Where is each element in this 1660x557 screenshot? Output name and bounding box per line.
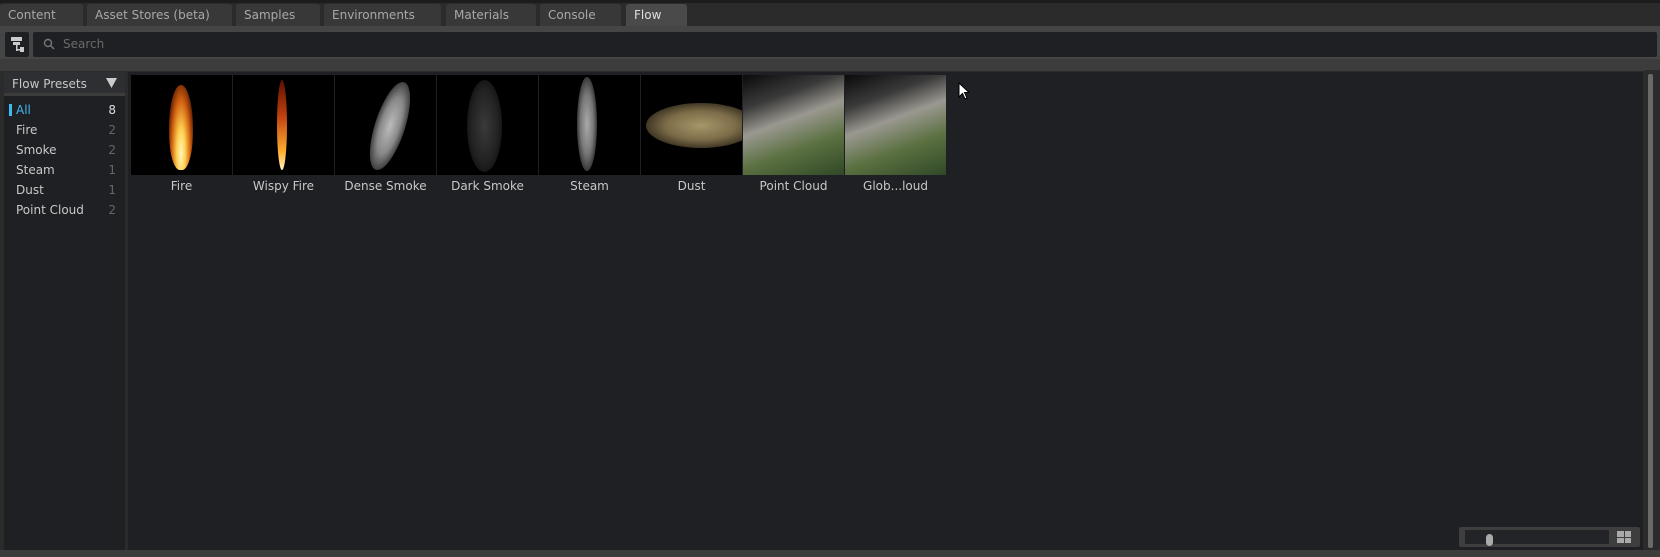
- dense-smoke-thumbnail: [335, 75, 436, 175]
- tab-environments[interactable]: Environments: [324, 4, 441, 26]
- fire-thumbnail: [131, 75, 232, 175]
- item-count: 2: [108, 123, 116, 137]
- bottom-edge: [0, 550, 1660, 557]
- vertical-scrollbar[interactable]: [1648, 74, 1653, 548]
- sidebar-item-point-cloud[interactable]: Point Cloud 2: [4, 200, 122, 220]
- preset-label: Steam: [570, 179, 609, 193]
- dark-smoke-thumbnail: [437, 75, 538, 175]
- item-label: Point Cloud: [16, 203, 84, 217]
- item-label: Dust: [16, 183, 44, 197]
- dust-thumbnail: [641, 75, 742, 175]
- item-count: 2: [108, 143, 116, 157]
- item-label: All: [16, 103, 31, 117]
- search-input[interactable]: Search: [33, 32, 1657, 57]
- triangle-down-icon: [106, 78, 117, 88]
- item-label: Fire: [16, 123, 38, 137]
- tree-filter-button[interactable]: [5, 32, 29, 57]
- wispy-fire-thumbnail: [233, 75, 334, 175]
- preset-label: Dense Smoke: [344, 179, 427, 193]
- preset-global-point-cloud[interactable]: Glob...loud: [845, 75, 946, 193]
- preset-dense-smoke[interactable]: Dense Smoke: [335, 75, 436, 193]
- slider-track[interactable]: [1465, 530, 1609, 546]
- preset-label: Wispy Fire: [252, 179, 315, 193]
- preset-wispy-fire[interactable]: Wispy Fire: [233, 75, 334, 193]
- preset-label: Dark Smoke: [451, 179, 524, 193]
- item-label: Steam: [16, 163, 55, 177]
- sidebar-item-steam[interactable]: Steam 1: [4, 160, 122, 180]
- preset-label: Glob...loud: [863, 179, 928, 193]
- tab-samples[interactable]: Samples: [236, 4, 320, 26]
- item-count: 1: [108, 183, 116, 197]
- preset-steam[interactable]: Steam: [539, 75, 640, 193]
- point-cloud-thumbnail: [845, 75, 946, 175]
- tab-flow[interactable]: Flow: [626, 4, 687, 26]
- tab-console[interactable]: Console: [540, 4, 621, 26]
- sidebar-item-all[interactable]: All 8: [4, 100, 122, 120]
- preset-label: Point Cloud: [759, 179, 828, 193]
- sidebar-item-fire[interactable]: Fire 2: [4, 120, 122, 140]
- sidebar-item-dust[interactable]: Dust 1: [4, 180, 122, 200]
- point-cloud-thumbnail: [743, 75, 844, 175]
- separator: [0, 59, 1660, 71]
- selection-indicator: [9, 104, 12, 116]
- preset-dust[interactable]: Dust: [641, 75, 742, 193]
- item-label: Smoke: [16, 143, 57, 157]
- item-count: 1: [108, 163, 116, 177]
- grid-view-icon[interactable]: [1617, 531, 1631, 543]
- steam-thumbnail: [539, 75, 640, 175]
- tab-asset-stores[interactable]: Asset Stores (beta): [87, 4, 232, 26]
- preset-fire[interactable]: Fire: [131, 75, 232, 193]
- preset-label: Fire: [170, 179, 193, 193]
- tab-materials[interactable]: Materials: [446, 4, 536, 26]
- item-count: 8: [108, 103, 116, 117]
- dropdown-label: Flow Presets: [12, 77, 87, 91]
- search-placeholder: Search: [63, 37, 105, 51]
- preset-dark-smoke[interactable]: Dark Smoke: [437, 75, 538, 193]
- window-top-edge: [0, 0, 1660, 3]
- tab-content[interactable]: Content: [0, 4, 83, 26]
- search-icon: [43, 38, 55, 50]
- item-count: 2: [108, 203, 116, 217]
- thumbnail-size-slider[interactable]: [1459, 527, 1640, 547]
- sidebar-item-smoke[interactable]: Smoke 2: [4, 140, 122, 160]
- preset-label: Dust: [677, 179, 706, 193]
- preset-point-cloud[interactable]: Point Cloud: [743, 75, 844, 193]
- mouse-cursor-icon: [958, 82, 970, 100]
- slider-knob[interactable]: [1485, 534, 1493, 546]
- tree-view-icon: [11, 37, 24, 52]
- flow-presets-dropdown[interactable]: Flow Presets: [4, 72, 125, 96]
